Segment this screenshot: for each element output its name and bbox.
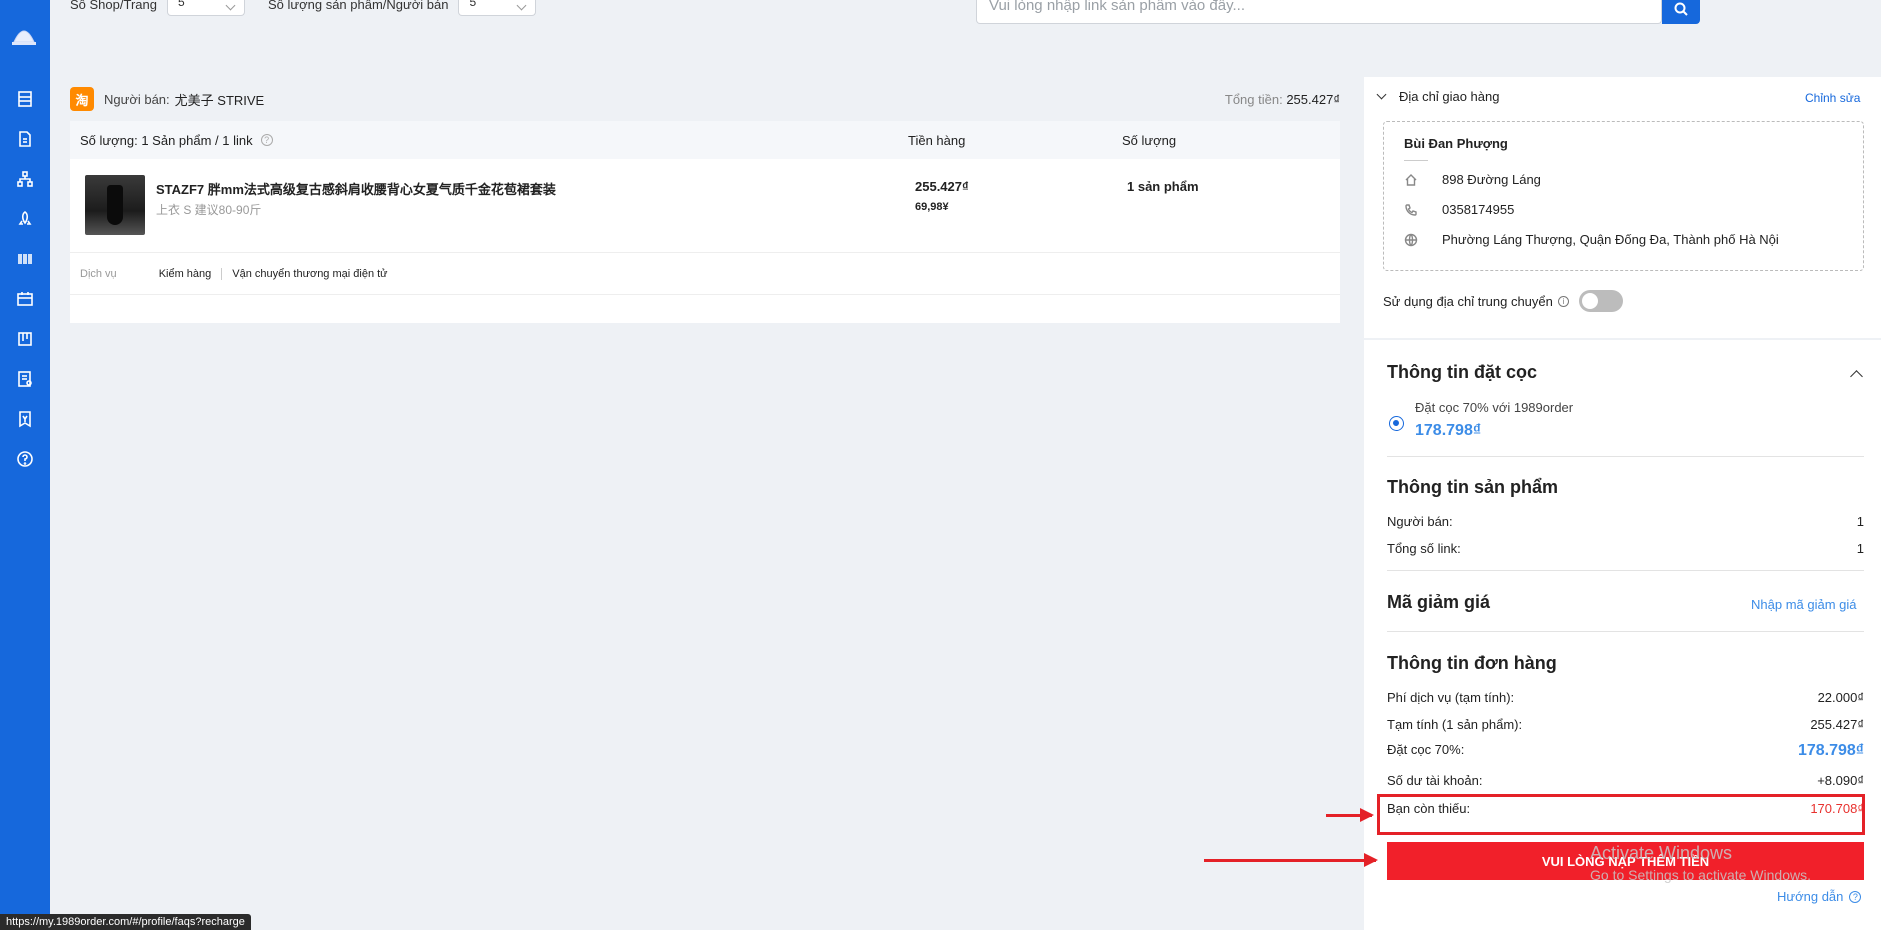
search-button[interactable] — [1662, 0, 1700, 24]
order-info-title: Thông tin đơn hàng — [1387, 653, 1557, 673]
brand-logo-icon[interactable] — [8, 20, 40, 50]
subtotal-row: Tạm tính (1 sản phẩm): 255.427₫ — [1387, 717, 1864, 732]
windows-watermark-sub: Go to Settings to activate Windows. — [1590, 867, 1811, 883]
column-header-quantity: Số lượng — [1122, 133, 1177, 148]
service-item-inspection: Kiểm hàng — [158, 267, 212, 280]
product-price: 255.427₫ — [915, 179, 969, 194]
service-fee-row: Phí dịch vụ (tạm tính): 22.000₫ — [1387, 690, 1864, 705]
edit-address-link[interactable]: Chỉnh sửa — [1805, 91, 1860, 105]
shop-per-page-filter: Số Shop/Trang 5 — [70, 0, 245, 16]
address-phone: 0358174955 — [1404, 202, 1514, 217]
shipping-address-toggle[interactable]: Địa chỉ giao hàng — [1376, 89, 1500, 104]
sidebar-board-icon[interactable] — [10, 324, 40, 354]
order-table-header: Số lượng: 1 Sản phẩm / 1 link ? Tiền hàn… — [70, 121, 1340, 159]
guide-link[interactable]: Hướng dẫn ? — [1777, 889, 1862, 904]
search-icon — [1674, 2, 1688, 16]
phone-icon — [1405, 203, 1417, 216]
seller-label: Người bán: — [104, 91, 170, 107]
sidebar-document-icon[interactable] — [10, 124, 40, 154]
product-link-search-input[interactable]: Vui lòng nhập link sản phẩm vào đây... — [976, 0, 1662, 24]
deposit-option-radio[interactable] — [1389, 416, 1404, 431]
product-info-title: Thông tin sản phẩm — [1387, 477, 1558, 497]
sidebar — [0, 0, 50, 930]
deposit-row: Đặt cọc 70%: 178.798₫ — [1387, 742, 1864, 759]
divider — [1387, 570, 1864, 571]
windows-watermark-title: Activate Windows — [1590, 843, 1733, 863]
chevron-down-icon — [1376, 89, 1387, 100]
deposit-option-amount: 178.798₫ — [1415, 422, 1482, 439]
product-info-links: Tổng số link: 1 — [1387, 541, 1864, 556]
help-circle-icon[interactable]: ? — [260, 134, 273, 146]
order-count: Số lượng: 1 Sản phẩm / 1 link — [80, 132, 253, 148]
seller-header: 淘 Người bán: 尤美子 STRIVE Tổng tiền: 255.4… — [70, 86, 1340, 112]
status-bar-url: https://my.1989order.com/#/profile/faqs?… — [0, 914, 251, 930]
help-circle-icon: ? — [1849, 890, 1862, 903]
annotation-arrow — [1204, 853, 1378, 867]
column-header-price: Tiền hàng — [908, 133, 966, 148]
sidebar-voucher-icon[interactable] — [10, 404, 40, 434]
service-label: Dịch vụ — [80, 267, 117, 280]
order-card: Số lượng: 1 Sản phẩm / 1 link ? Tiền hàn… — [70, 121, 1340, 323]
deposit-section-title: Thông tin đặt cọc — [1387, 362, 1537, 382]
products-per-seller-filter: Số lượng sản phẩm/Người bán 5 — [268, 0, 537, 16]
sidebar-rocket-icon[interactable] — [10, 204, 40, 234]
deposit-option-label[interactable]: Đặt cọc 70% với 1989order — [1415, 400, 1573, 415]
address-area: Phường Láng Thượng, Quận Đống Đa, Thành … — [1404, 232, 1779, 247]
products-per-seller-label: Số lượng sản phẩm/Người bán — [268, 0, 449, 12]
sidebar-report-icon[interactable] — [10, 364, 40, 394]
product-name[interactable]: STAZF7 胖mm法式高级复古感斜肩收腰背心女夏气质千金花苞裙套装 — [156, 179, 856, 198]
transit-address-toggle[interactable] — [1578, 290, 1623, 312]
balance-row: Số dư tài khoản: +8.090₫ — [1387, 773, 1864, 788]
taobao-logo-icon: 淘 — [70, 87, 94, 111]
transit-address-label: Sử dụng địa chỉ trung chuyển — [1383, 293, 1553, 309]
recipient-name: Bùi Đan Phượng — [1404, 136, 1508, 161]
product-info-sellers: Người bán: 1 — [1387, 514, 1864, 529]
enter-voucher-link[interactable]: Nhập mã giảm giá — [1751, 597, 1857, 612]
highlight-box — [1377, 794, 1865, 835]
table-row: STAZF7 胖mm法式高级复古感斜肩收腰背心女夏气质千金花苞裙套装 上衣 S … — [70, 159, 1340, 253]
sidebar-list-icon[interactable] — [10, 84, 40, 114]
shop-per-page-select[interactable]: 5 — [166, 0, 245, 16]
seller-total: Tổng tiền: 255.427₫ — [1224, 91, 1340, 107]
home-icon — [1405, 173, 1417, 186]
annotation-arrow — [1326, 808, 1374, 822]
sidebar-hierarchy-icon[interactable] — [10, 164, 40, 194]
shop-per-page-label: Số Shop/Trang — [70, 0, 157, 12]
voucher-title: Mã giảm giá — [1387, 592, 1491, 612]
info-icon[interactable]: i — [1557, 295, 1569, 307]
service-item-ecommerce-shipping: Vận chuyển thương mại điện tử — [221, 267, 397, 280]
globe-icon — [1404, 233, 1418, 246]
product-price-cny: 69,98¥ — [915, 201, 949, 213]
seller-name: 尤美子 STRIVE — [174, 92, 265, 108]
sidebar-barcode-icon[interactable] — [10, 244, 40, 274]
product-quantity: 1 sản phẩm — [1127, 179, 1199, 194]
divider — [1387, 456, 1864, 457]
service-row: Dịch vụ Kiểm hàng Vận chuyển thương mại … — [70, 253, 1340, 295]
sidebar-help-icon[interactable] — [10, 444, 40, 474]
product-thumbnail[interactable] — [85, 175, 145, 235]
sidebar-calendar-icon[interactable] — [10, 284, 40, 314]
shipping-address-title: Địa chỉ giao hàng — [1399, 89, 1500, 104]
transit-address-row: Sử dụng địa chỉ trung chuyển i — [1383, 290, 1623, 312]
product-variant: 上衣 S 建议80-90斤 — [156, 203, 262, 217]
panel-divider — [1364, 338, 1881, 340]
address-street: 898 Đường Láng — [1404, 172, 1541, 187]
products-per-seller-select[interactable]: 5 — [458, 0, 537, 16]
seller-total-value: 255.427₫ — [1286, 91, 1340, 107]
address-card: Bùi Đan Phượng 898 Đường Láng 0358174955… — [1383, 121, 1864, 271]
divider — [1387, 631, 1864, 632]
